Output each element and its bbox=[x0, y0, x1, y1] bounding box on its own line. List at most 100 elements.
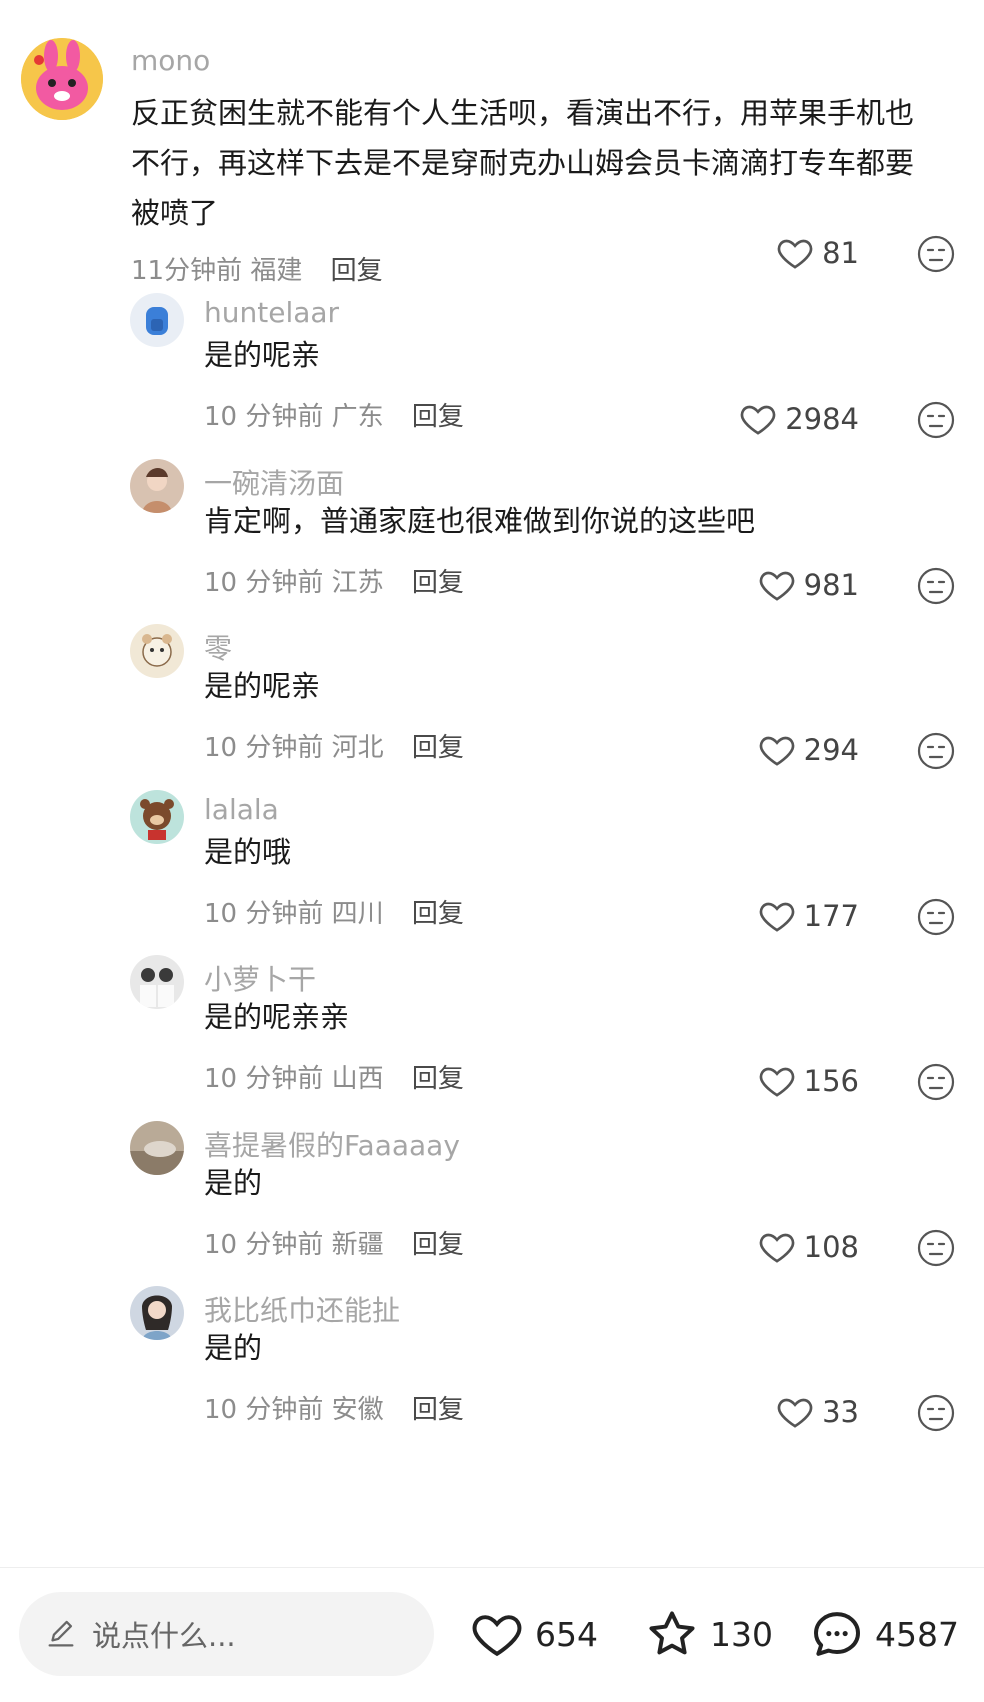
comment-meta: 10 分钟前 新疆 回复 bbox=[204, 1224, 464, 1261]
avatar[interactable] bbox=[130, 1121, 184, 1175]
comment-text: 是的呢亲 bbox=[204, 338, 321, 372]
comment-text: 是的呢亲亲 bbox=[204, 1000, 350, 1034]
like-count: 177 bbox=[803, 899, 859, 933]
star-icon bbox=[649, 1611, 695, 1655]
like-count: 156 bbox=[803, 1064, 859, 1098]
like-button[interactable]: 981 bbox=[756, 565, 859, 605]
timestamp: 10 分钟前 bbox=[204, 1395, 324, 1425]
timestamp: 11分钟前 bbox=[131, 256, 243, 286]
bottom-bar: 说点什么... 654 130 4587 bbox=[0, 1568, 984, 1702]
dislike-face-icon[interactable] bbox=[916, 234, 956, 274]
dislike-face-icon[interactable] bbox=[916, 1062, 956, 1102]
bear-sticker-avatar-icon bbox=[142, 634, 172, 667]
comment-text: 是的 bbox=[204, 1166, 263, 1200]
two-people-photo-avatar-icon bbox=[140, 968, 174, 1007]
like-count: 294 bbox=[803, 733, 859, 767]
like-count: 108 bbox=[803, 1230, 859, 1264]
dislike-face-icon[interactable] bbox=[916, 897, 956, 937]
favorite-button[interactable]: 130 bbox=[644, 1592, 773, 1676]
like-button[interactable]: 108 bbox=[756, 1227, 859, 1267]
location: 福建 bbox=[250, 256, 303, 286]
comment-meta: 10 分钟前 山西 回复 bbox=[204, 1058, 464, 1095]
location: 山西 bbox=[331, 1064, 384, 1094]
avatar[interactable] bbox=[130, 624, 184, 678]
heart-icon bbox=[740, 405, 776, 435]
reply-button[interactable]: 回复 bbox=[412, 733, 464, 763]
dislike-face-icon[interactable] bbox=[916, 1228, 956, 1268]
location: 广东 bbox=[331, 402, 384, 432]
avatar[interactable] bbox=[21, 38, 103, 120]
landscape-photo-avatar-icon bbox=[130, 1141, 184, 1175]
input-placeholder: 说点什么... bbox=[92, 1619, 236, 1653]
girl-photo-avatar-icon bbox=[142, 468, 172, 513]
pink-bunny-icon bbox=[21, 38, 103, 120]
reply-button[interactable]: 回复 bbox=[412, 1230, 464, 1260]
like-button[interactable]: 156 bbox=[756, 1061, 859, 1101]
comment-meta: 10 分钟前 四川 回复 bbox=[204, 893, 464, 930]
heart-icon bbox=[759, 736, 794, 766]
timestamp: 10 分钟前 bbox=[204, 1064, 324, 1094]
comment-text: 是的呢亲 bbox=[204, 669, 321, 703]
timestamp: 10 分钟前 bbox=[204, 899, 324, 929]
avatar[interactable] bbox=[130, 955, 184, 1009]
comments-button[interactable]: 4587 bbox=[809, 1592, 959, 1676]
reply-button[interactable]: 回复 bbox=[412, 568, 464, 598]
heart-icon bbox=[759, 571, 794, 601]
post-like-button[interactable]: 654 bbox=[469, 1592, 598, 1676]
like-count: 2984 bbox=[785, 402, 859, 436]
like-button[interactable]: 177 bbox=[756, 896, 859, 936]
blue-hoodie-avatar-icon bbox=[146, 307, 168, 335]
comment-meta: 10 分钟前 广东 回复 bbox=[204, 396, 464, 433]
avatar[interactable] bbox=[130, 293, 184, 347]
avatar[interactable] bbox=[130, 790, 184, 844]
comment-meta: 10 分钟前 河北 回复 bbox=[204, 727, 464, 764]
like-button[interactable]: 81 bbox=[774, 233, 859, 273]
pencil-icon bbox=[48, 1620, 74, 1647]
heart-icon bbox=[759, 1233, 794, 1263]
location: 安徽 bbox=[331, 1395, 384, 1425]
timestamp: 10 分钟前 bbox=[204, 1230, 324, 1260]
location: 河北 bbox=[331, 733, 384, 763]
like-button[interactable]: 2984 bbox=[737, 399, 859, 439]
location: 江苏 bbox=[331, 568, 384, 598]
comment-count: 4587 bbox=[875, 1614, 959, 1654]
comment-text: 是的哦 bbox=[204, 835, 292, 869]
post-like-count: 654 bbox=[535, 1614, 598, 1654]
comment-meta: 10 分钟前 江苏 回复 bbox=[204, 562, 464, 599]
reply-button[interactable]: 回复 bbox=[331, 256, 383, 286]
username[interactable]: mono bbox=[131, 44, 210, 77]
comment-bubble-icon bbox=[814, 1612, 860, 1656]
dislike-face-icon[interactable] bbox=[916, 400, 956, 440]
timestamp: 10 分钟前 bbox=[204, 568, 324, 598]
timestamp: 10 分钟前 bbox=[204, 733, 324, 763]
like-count: 81 bbox=[822, 236, 859, 270]
timestamp: 10 分钟前 bbox=[204, 402, 324, 432]
dislike-face-icon[interactable] bbox=[916, 566, 956, 606]
location: 新疆 bbox=[331, 1230, 384, 1260]
username[interactable]: lalala bbox=[204, 793, 279, 826]
like-button[interactable]: 294 bbox=[756, 730, 859, 770]
avatar[interactable] bbox=[130, 459, 184, 513]
comment-meta: 11分钟前 福建 回复 bbox=[131, 250, 383, 287]
reply-button[interactable]: 回复 bbox=[412, 1395, 464, 1425]
brown-bear-avatar-icon bbox=[140, 799, 174, 840]
reply-button[interactable]: 回复 bbox=[412, 899, 464, 929]
username[interactable]: huntelaar bbox=[204, 296, 339, 329]
dislike-face-icon[interactable] bbox=[916, 1393, 956, 1433]
favorite-count: 130 bbox=[710, 1614, 773, 1654]
dislike-face-icon[interactable] bbox=[916, 731, 956, 771]
reply-button[interactable]: 回复 bbox=[412, 402, 464, 432]
avatar[interactable] bbox=[130, 1286, 184, 1340]
reply-button[interactable]: 回复 bbox=[412, 1064, 464, 1094]
comment-text: 是的 bbox=[204, 1331, 263, 1365]
comment-input[interactable]: 说点什么... bbox=[19, 1592, 434, 1676]
like-button[interactable]: 33 bbox=[774, 1392, 859, 1432]
heart-icon bbox=[472, 1615, 522, 1657]
like-count: 981 bbox=[803, 568, 859, 602]
comment-text: 反正贫困生就不能有个人生活呗，看演出不行，用苹果手机也不行，再这样下去是不是穿耐… bbox=[131, 96, 915, 230]
heart-icon bbox=[759, 902, 794, 932]
comment-text: 肯定啊，普通家庭也很难做到你说的这些吧 bbox=[204, 504, 756, 538]
comment-meta: 10 分钟前 安徽 回复 bbox=[204, 1389, 464, 1426]
heart-icon bbox=[777, 1398, 813, 1428]
girl-portrait-avatar-icon bbox=[142, 1295, 172, 1340]
